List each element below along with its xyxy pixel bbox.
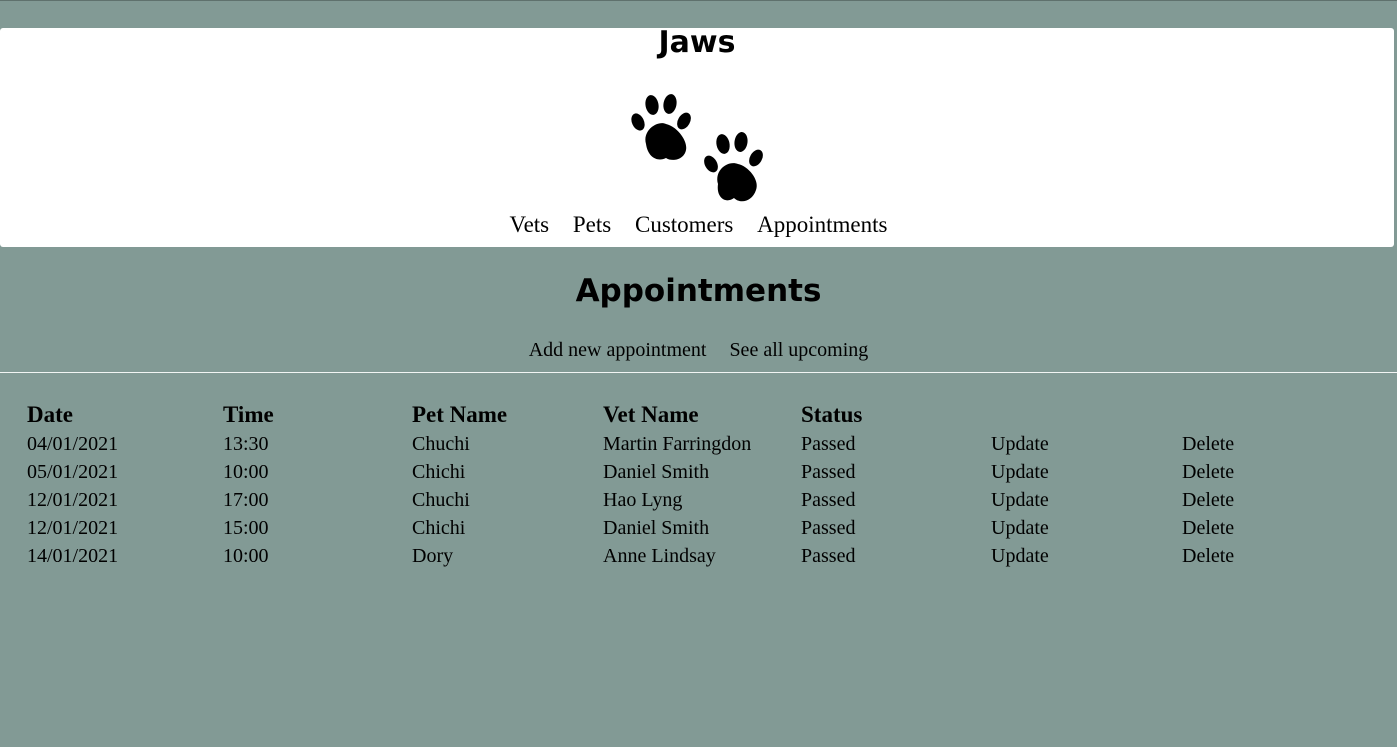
paw-print-lower: [704, 132, 763, 202]
cell-time: 15:00: [223, 516, 269, 539]
cell-time: 13:30: [223, 432, 269, 455]
header-pet-name: Pet Name: [412, 402, 508, 427]
update-link[interactable]: Update: [991, 545, 1182, 568]
table-row: 04/01/2021 13:30 Chuchi Martin Farringdo…: [27, 430, 1367, 458]
nav-vets[interactable]: Vets: [510, 212, 550, 237]
delete-link[interactable]: Delete: [1182, 461, 1332, 484]
cell-status: Passed: [801, 460, 856, 483]
divider: [0, 372, 1397, 373]
table-row: 05/01/2021 10:00 Chichi Daniel Smith Pas…: [27, 458, 1367, 486]
cell-time: 10:00: [223, 544, 269, 567]
cell-time: 10:00: [223, 460, 269, 483]
delete-link[interactable]: Delete: [1182, 545, 1332, 568]
update-link[interactable]: Update: [991, 489, 1182, 512]
table-header-row: Date Time Pet Name Vet Name Status: [27, 400, 1367, 430]
cell-pet-name: Chuchi: [412, 488, 470, 511]
cell-status: Passed: [801, 488, 856, 511]
cell-time: 17:00: [223, 488, 269, 511]
cell-date: 14/01/2021: [27, 544, 119, 567]
cell-pet-name: Dory: [412, 544, 454, 567]
cell-date: 05/01/2021: [27, 460, 119, 483]
cell-vet-name: Daniel Smith: [603, 460, 710, 483]
appointments-table: Date Time Pet Name Vet Name Status 04/01…: [27, 400, 1367, 570]
site-title: Jaws: [658, 25, 736, 60]
page-title: Appointments: [575, 273, 822, 309]
update-link[interactable]: Update: [991, 517, 1182, 540]
delete-link[interactable]: Delete: [1182, 489, 1332, 512]
cell-status: Passed: [801, 544, 856, 567]
cell-status: Passed: [801, 432, 856, 455]
table-row: 14/01/2021 10:00 Dory Anne Lindsay Passe…: [27, 542, 1367, 570]
main-nav: Vets Pets Customers Appointments: [0, 212, 1397, 238]
top-border: [0, 0, 1397, 1]
header-date: Date: [27, 402, 73, 427]
delete-link[interactable]: Delete: [1182, 433, 1332, 456]
cell-date: 04/01/2021: [27, 432, 119, 455]
paw-print-upper: [631, 94, 691, 160]
cell-pet-name: Chichi: [412, 460, 466, 483]
see-upcoming-link[interactable]: See all upcoming: [729, 339, 868, 361]
table-row: 12/01/2021 15:00 Chichi Daniel Smith Pas…: [27, 514, 1367, 542]
cell-vet-name: Hao Lyng: [603, 488, 683, 511]
header-vet-name: Vet Name: [603, 402, 699, 427]
nav-pets[interactable]: Pets: [573, 212, 611, 237]
cell-pet-name: Chichi: [412, 516, 466, 539]
cell-date: 12/01/2021: [27, 488, 119, 511]
page-actions: Add new appointment See all upcoming: [0, 339, 1397, 362]
paw-prints-icon: [631, 94, 763, 202]
cell-pet-name: Chuchi: [412, 432, 470, 455]
header-status: Status: [801, 402, 863, 427]
table-row: 12/01/2021 17:00 Chuchi Hao Lyng Passed …: [27, 486, 1367, 514]
nav-customers[interactable]: Customers: [635, 212, 733, 237]
update-link[interactable]: Update: [991, 461, 1182, 484]
update-link[interactable]: Update: [991, 433, 1182, 456]
cell-vet-name: Anne Lindsay: [603, 544, 716, 567]
cell-vet-name: Daniel Smith: [603, 516, 710, 539]
header-time: Time: [223, 402, 274, 427]
add-appointment-link[interactable]: Add new appointment: [529, 339, 707, 361]
cell-vet-name: Martin Farringdon: [603, 432, 752, 455]
delete-link[interactable]: Delete: [1182, 517, 1332, 540]
cell-status: Passed: [801, 516, 856, 539]
cell-date: 12/01/2021: [27, 516, 119, 539]
nav-appointments[interactable]: Appointments: [757, 212, 887, 237]
